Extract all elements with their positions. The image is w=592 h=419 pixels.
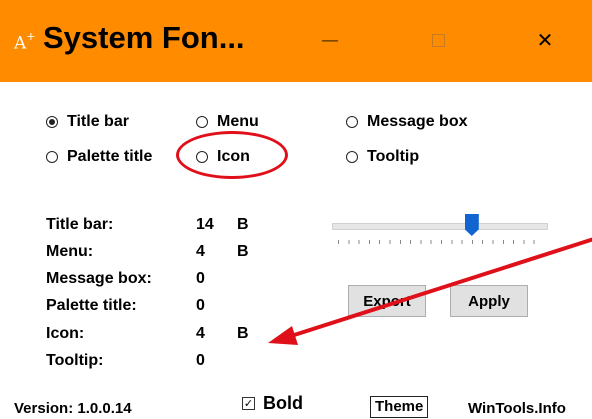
- radio-message-box-label: Message box: [367, 113, 468, 130]
- info-value-tooltip: 0: [196, 352, 205, 369]
- info-label-palette-title: Palette title:: [46, 297, 137, 314]
- radio-icon: [346, 151, 358, 163]
- radio-tooltip[interactable]: Tooltip: [346, 148, 419, 166]
- radio-tooltip-label: Tooltip: [367, 148, 420, 165]
- radio-menu-label: Menu: [217, 113, 259, 130]
- app-icon-sup: +: [26, 30, 36, 43]
- info-label-title-bar: Title bar:: [46, 216, 114, 233]
- radio-palette-title-label: Palette title: [67, 148, 153, 165]
- window-title: System Fon...: [43, 20, 245, 55]
- info-flag-title-bar: B: [237, 216, 249, 233]
- bold-checkbox-label: Bold: [263, 393, 303, 413]
- radio-icon: [46, 151, 58, 163]
- highlight-ellipse: [176, 131, 288, 179]
- theme-button[interactable]: Theme: [370, 396, 429, 418]
- version-label: Version: 1.0.0.14: [14, 400, 132, 417]
- slider-thumb[interactable]: [464, 214, 479, 236]
- bold-checkbox[interactable]: ✓ Bold: [242, 393, 303, 414]
- app-icon-glyph: A: [14, 33, 27, 54]
- info-value-palette-title: 0: [196, 297, 205, 314]
- radio-icon: [196, 116, 208, 128]
- apply-button[interactable]: Apply: [450, 285, 528, 317]
- info-value-title-bar: 14: [196, 216, 214, 233]
- radio-palette-title[interactable]: Palette title: [46, 148, 152, 166]
- info-flag-menu: B: [237, 243, 249, 260]
- info-value-menu: 4: [196, 243, 205, 260]
- checkbox-checked-icon: ✓: [242, 397, 255, 410]
- close-icon: ✕: [536, 28, 554, 52]
- close-button[interactable]: ✕: [522, 18, 568, 62]
- info-label-menu: Menu:: [46, 243, 94, 260]
- radio-title-bar-label: Title bar: [67, 113, 129, 130]
- export-button[interactable]: Export: [348, 285, 426, 317]
- info-label-tooltip: Tooltip:: [46, 352, 104, 369]
- radio-checked-icon: [46, 116, 58, 128]
- title-bar: A+ System Fon... — ✕: [0, 0, 592, 82]
- info-value-message-box: 0: [196, 270, 205, 287]
- radio-menu[interactable]: Menu: [196, 113, 259, 131]
- info-flag-icon: B: [237, 325, 249, 342]
- info-label-icon: Icon:: [46, 325, 85, 342]
- maximize-button[interactable]: [415, 18, 461, 62]
- radio-title-bar[interactable]: Title bar: [46, 113, 129, 131]
- app-font-icon: A+: [14, 26, 40, 54]
- minimize-icon: —: [321, 29, 339, 51]
- info-label-message-box: Message box:: [46, 270, 152, 287]
- font-size-slider[interactable]: [332, 223, 548, 230]
- slider-ticks: [338, 240, 544, 244]
- info-value-icon: 4: [196, 325, 205, 342]
- wintools-link[interactable]: WinTools.Info: [468, 400, 566, 417]
- maximize-icon: [431, 33, 445, 47]
- radio-message-box[interactable]: Message box: [346, 113, 467, 131]
- radio-icon: [346, 116, 358, 128]
- minimize-button[interactable]: —: [307, 18, 353, 62]
